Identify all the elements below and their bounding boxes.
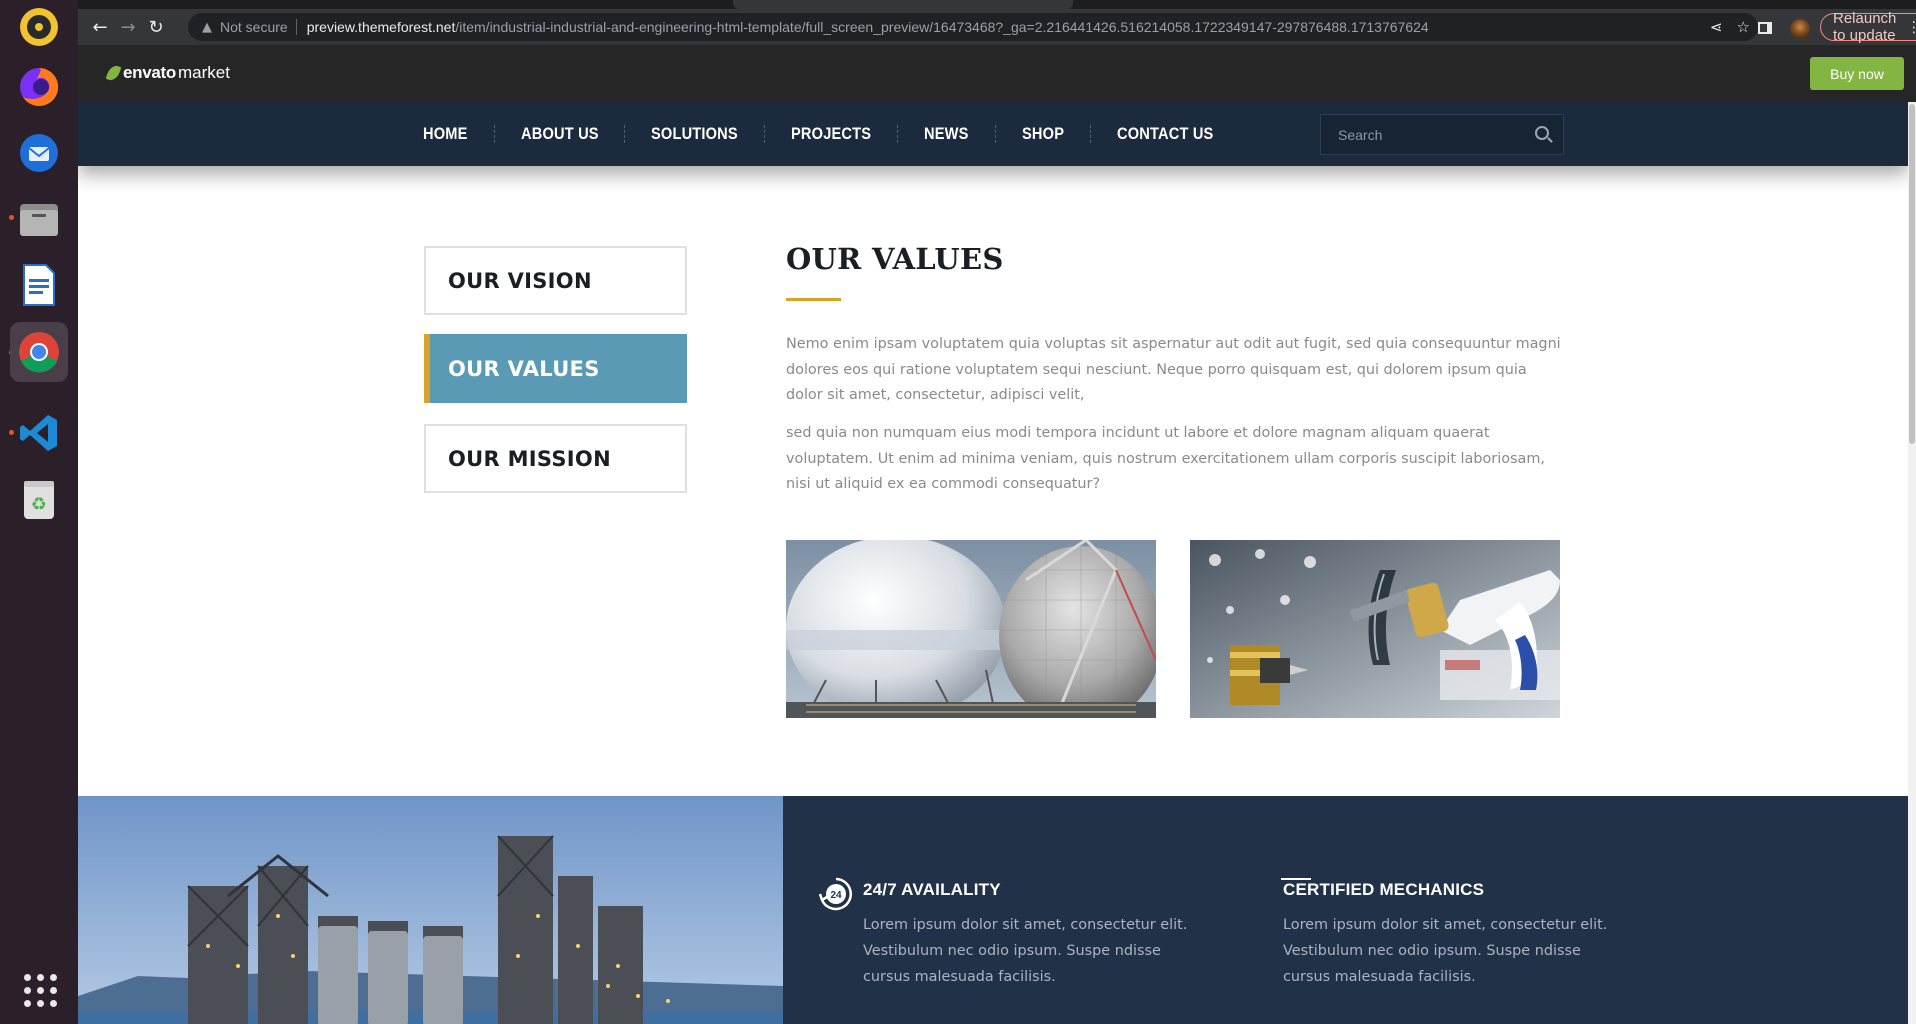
storage-tanks-image <box>786 540 1156 718</box>
url-host: preview.themeforest.net <box>306 19 456 35</box>
nav-separator <box>995 125 997 143</box>
buy-now-button[interactable]: Buy now <box>1810 57 1904 90</box>
title-underline <box>786 298 841 301</box>
nav-item-shop[interactable]: SHOP <box>1022 124 1064 144</box>
svg-text:24: 24 <box>830 890 842 901</box>
logo-bold: envato <box>123 63 176 82</box>
nav-item-about-us[interactable]: ABOUT US <box>521 124 599 144</box>
more-icon: ⋮ <box>1906 18 1916 36</box>
tab-strip <box>78 0 1916 9</box>
side-panel-icon[interactable] <box>1758 22 1772 34</box>
forward-icon[interactable]: → <box>114 13 142 41</box>
nav-item-projects[interactable]: PROJECTS <box>791 124 871 144</box>
ubuntu-dock: ♻ <box>0 0 78 1024</box>
features-section: 24 24/7 AVAILALITY Lorem ipsum dolor sit… <box>783 796 1908 1024</box>
industrial-plant-image <box>78 796 783 1024</box>
svg-text:♻: ♻ <box>31 494 47 515</box>
tab-our-vision[interactable]: OUR VISION <box>424 246 687 315</box>
main-nav: HOME ABOUT US SOLUTIONS PROJECTS NEWS SHOP CON… <box>78 102 1908 166</box>
tab-our-mission[interactable]: OUR MISSION <box>424 424 687 493</box>
nav-separator <box>624 125 626 143</box>
feature-text: Lorem ipsum dolor sit amet, consectetur … <box>1283 917 1608 985</box>
site-preview: HOME ABOUT US SOLUTIONS PROJECTS NEWS SHOP CON… <box>78 102 1908 1024</box>
share-icon[interactable]: ⋖ <box>1710 18 1723 36</box>
rhythmbox-icon[interactable] <box>12 0 66 54</box>
envato-bar: envato market Buy now <box>78 45 1916 102</box>
nav-item-news[interactable]: NEWS <box>924 124 969 144</box>
section-title: OUR VALUES <box>786 242 1004 276</box>
bookmark-star-icon[interactable]: ☆ <box>1737 18 1750 36</box>
nav-separator <box>764 125 766 143</box>
nav-separator <box>493 125 495 143</box>
browser-toolbar: ← → ↻ ▲ Not secure preview.themeforest.n… <box>78 9 1916 45</box>
leaf-icon <box>105 63 122 83</box>
relaunch-label: Relaunch to update <box>1833 10 1897 44</box>
firefox-icon[interactable] <box>12 60 66 114</box>
nav-separator <box>897 125 899 143</box>
24-hours-icon: 24 <box>818 877 852 911</box>
robot-arm-image <box>1190 540 1560 718</box>
writer-icon[interactable] <box>12 258 66 312</box>
tab-our-values[interactable]: OUR VALUES <box>424 334 687 403</box>
paragraph-2: sed quia non numquam eius modi tempora i… <box>786 425 1545 492</box>
address-bar[interactable]: ▲ Not secure preview.themeforest.net /it… <box>188 13 1758 41</box>
app-grid-icon[interactable] <box>24 974 58 1008</box>
nav-item-solutions[interactable]: SOLUTIONS <box>651 124 738 144</box>
feature-title: 24/7 AVAILALITY <box>863 880 1001 899</box>
logo-light: market <box>178 63 230 82</box>
nav-separator <box>1090 125 1092 143</box>
vscode-icon[interactable] <box>12 406 66 460</box>
paragraph-1: Nemo enim ipsam voluptatem quia voluptas… <box>786 336 1561 403</box>
trash-icon[interactable]: ♻ <box>12 472 66 526</box>
url-path: /item/industrial-industrial-and-engineer… <box>455 19 1429 35</box>
back-icon[interactable]: ← <box>86 13 114 41</box>
tab-label: OUR MISSION <box>448 446 611 471</box>
chrome-icon[interactable] <box>10 322 68 382</box>
page-scrollbar[interactable] <box>1908 102 1916 1024</box>
site-search[interactable] <box>1320 114 1564 155</box>
nav-item-home[interactable]: HOME <box>423 124 468 144</box>
nav-item-contact-us[interactable]: CONTACT US <box>1117 124 1213 144</box>
feature-title: CERTIFIED MECHANICS <box>1283 880 1485 899</box>
reload-icon[interactable]: ↻ <box>142 13 170 41</box>
tab-label: OUR VALUES <box>448 356 600 381</box>
warning-icon: ▲ <box>202 19 212 35</box>
search-icon[interactable] <box>1535 126 1549 140</box>
search-input[interactable] <box>1338 126 1528 143</box>
scrollbar-thumb[interactable] <box>1909 104 1915 444</box>
envato-logo[interactable]: envato market <box>105 63 230 83</box>
files-icon[interactable] <box>12 193 66 247</box>
security-label: Not secure <box>220 19 288 35</box>
feature-text: Lorem ipsum dolor sit amet, consectetur … <box>863 917 1188 985</box>
thunderbird-icon[interactable] <box>12 126 66 180</box>
relaunch-button[interactable]: Relaunch to update ⋮ <box>1820 10 1916 44</box>
profile-avatar[interactable] <box>1790 19 1810 39</box>
tab-label: OUR VISION <box>448 268 592 293</box>
nav-menu: HOME ABOUT US SOLUTIONS PROJECTS NEWS SHOP CON… <box>423 102 1214 166</box>
